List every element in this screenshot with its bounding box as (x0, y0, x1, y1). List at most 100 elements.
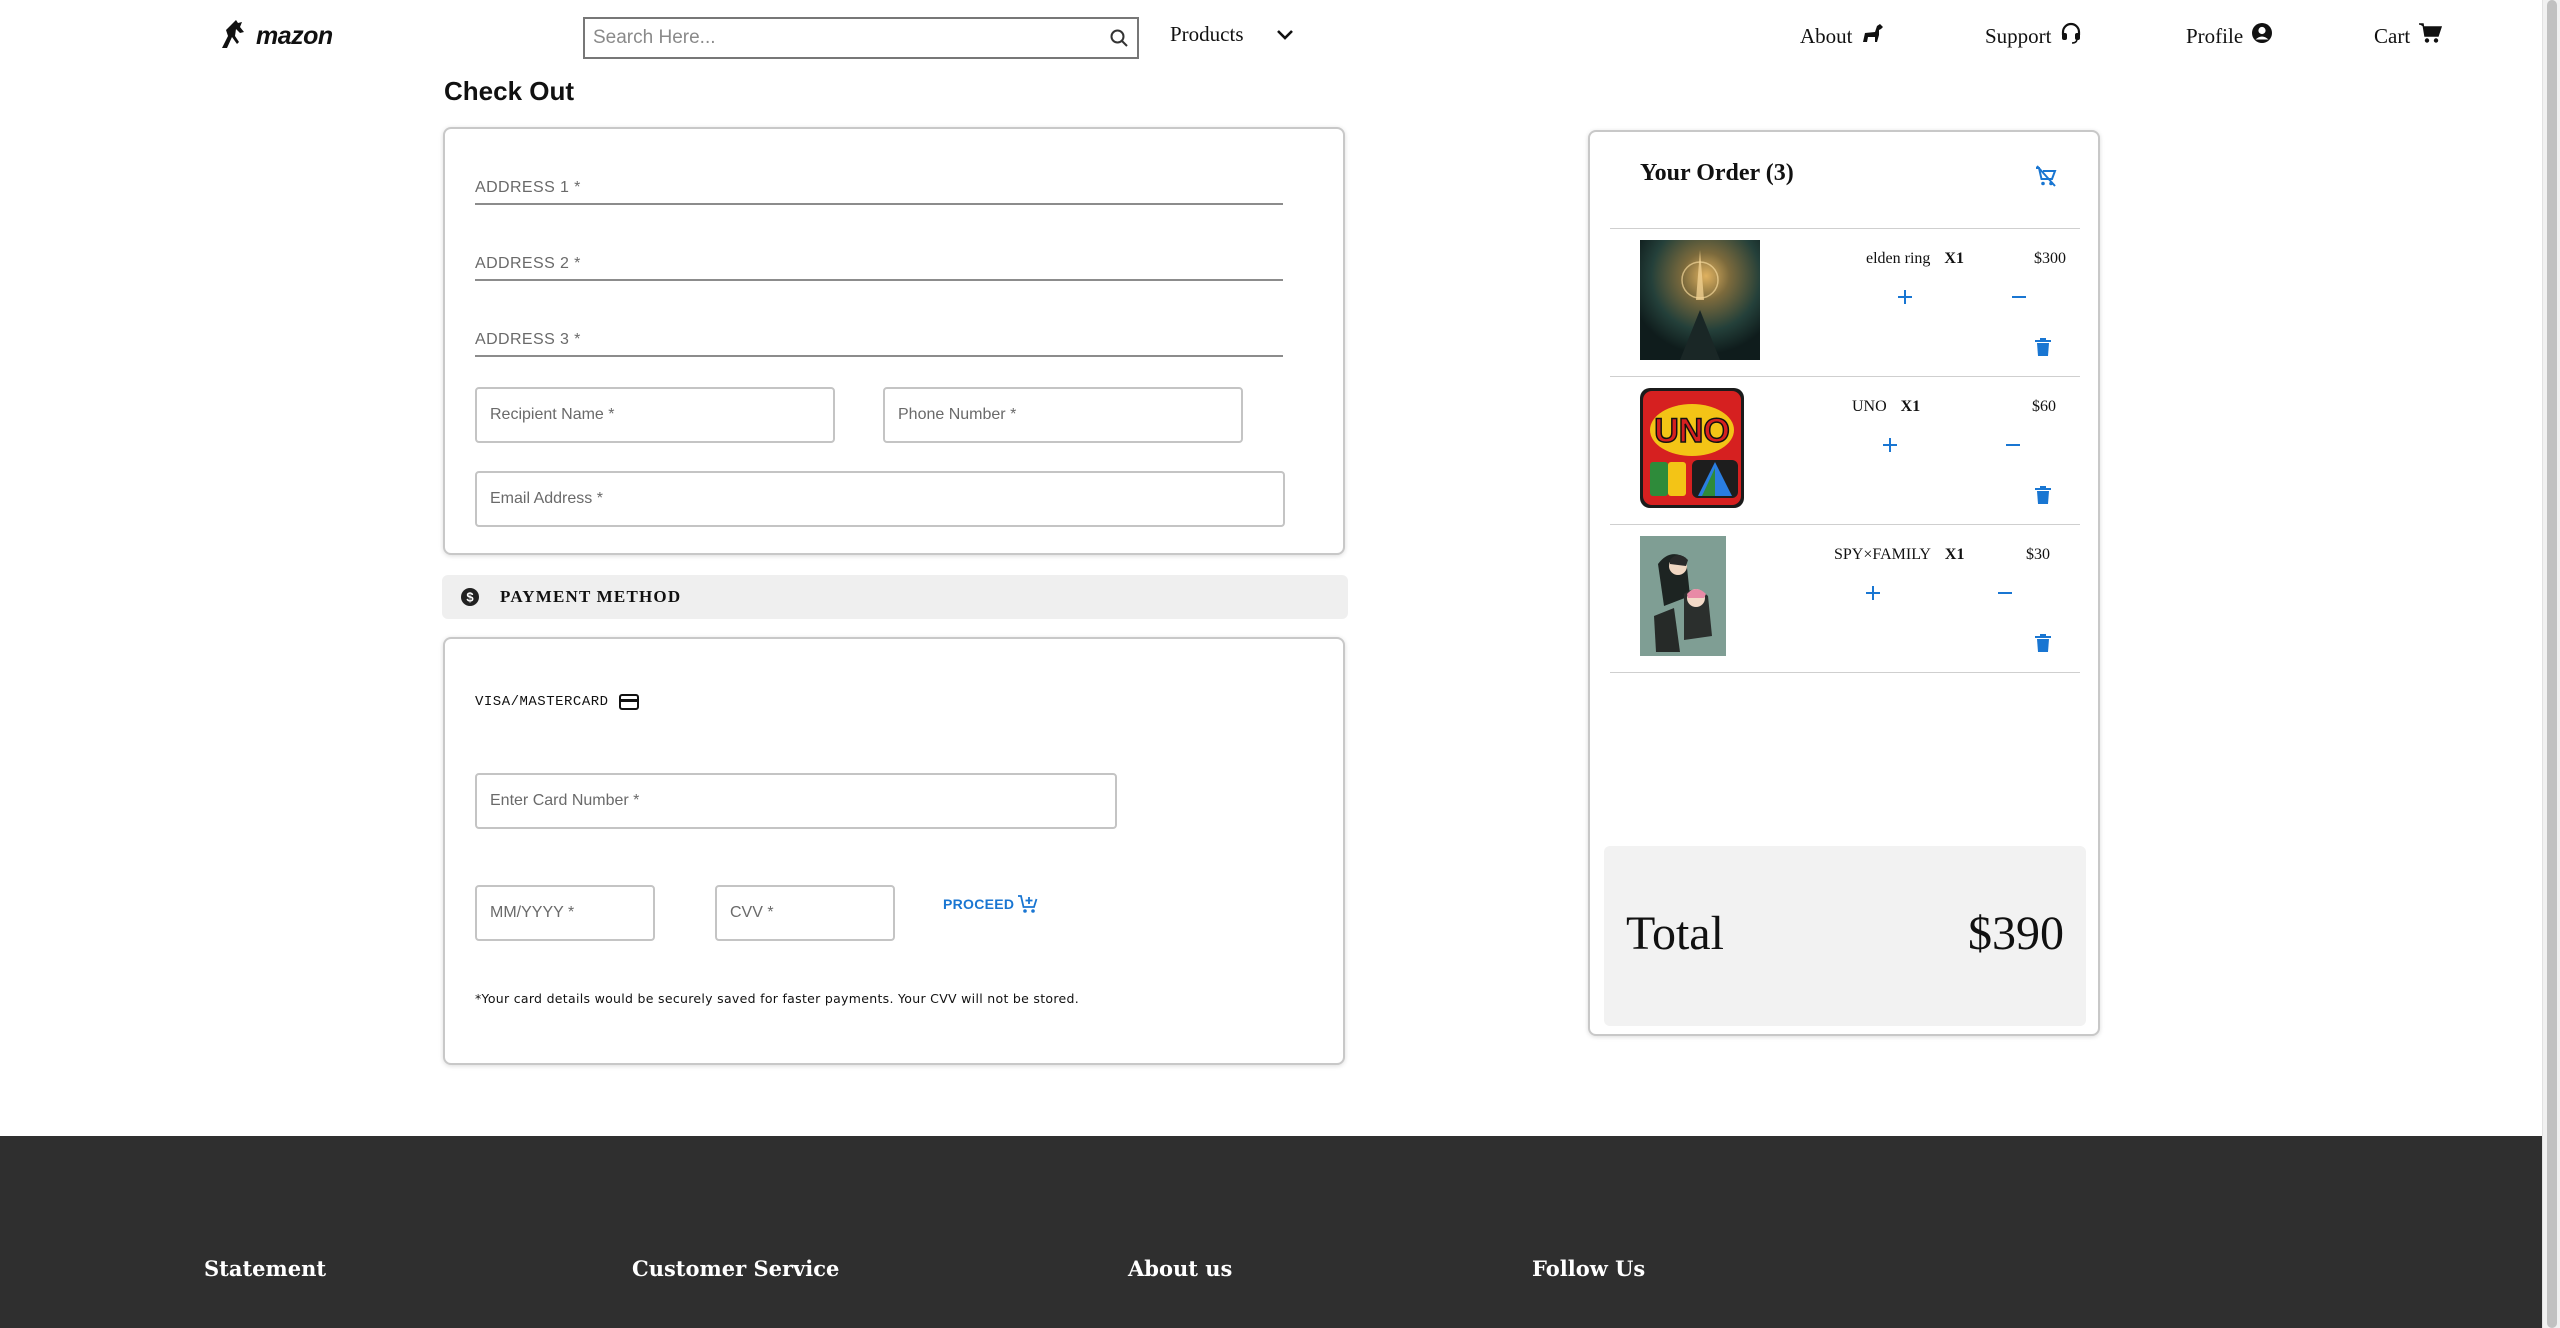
payment-method-label: PAYMENT METHOD (500, 587, 682, 606)
elden-ring-thumbnail (1640, 240, 1760, 360)
card-type-text: VISA/MASTERCARD (475, 694, 609, 710)
page-title: Check Out (444, 76, 575, 106)
email-field (475, 471, 1285, 527)
expiry-input[interactable] (477, 887, 653, 939)
minus-icon (1997, 585, 2013, 601)
horse-logo-icon (218, 18, 252, 55)
search-input[interactable] (585, 19, 1085, 57)
minus-icon (2011, 289, 2027, 305)
scrollbar-thumb[interactable] (2547, 0, 2557, 1328)
order-item-spy-family: SPY×FAMILY X1 $30 (1610, 526, 2080, 674)
address-2-input[interactable] (475, 255, 1283, 279)
uno-thumbnail: UNO (1640, 388, 1744, 508)
nav-products-label: Products (1170, 22, 1244, 46)
increase-quantity-button[interactable] (1858, 578, 1888, 608)
card-security-note: *Your card details would be securely sav… (475, 991, 1080, 1006)
address-1-field (475, 179, 1283, 205)
logo-text: mazon (256, 22, 333, 50)
item-price: $60 (2032, 398, 2056, 415)
headset-icon (2060, 22, 2082, 50)
footer-follow-heading: Follow Us (1532, 1256, 1646, 1281)
payment-card: VISA/MASTERCARD PROCEED *Your card detai… (443, 637, 1345, 1065)
decrease-quantity-button[interactable] (1998, 430, 2028, 460)
order-divider (1610, 376, 2080, 377)
item-name: SPY×FAMILY (1834, 546, 1931, 563)
nav-products[interactable]: Products (1170, 22, 1294, 47)
nav-profile[interactable]: Profile (2186, 22, 2273, 50)
order-item-elden-ring: elden ring X1 $300 (1610, 230, 2080, 378)
item-quantity: X1 (1944, 546, 1965, 563)
order-divider (1610, 524, 2080, 525)
address-card (443, 127, 1345, 555)
address-3-input[interactable] (475, 331, 1283, 355)
nav-profile-label: Profile (2186, 23, 2244, 48)
remove-item-button[interactable] (2034, 482, 2060, 508)
decrease-quantity-button[interactable] (1990, 578, 2020, 608)
trash-icon (2034, 633, 2060, 653)
item-title: SPY×FAMILY X1 (1834, 546, 1964, 564)
minus-icon (2005, 437, 2021, 453)
email-input[interactable] (477, 473, 1283, 525)
proceed-label: PROCEED (943, 896, 1015, 912)
remove-item-button[interactable] (2034, 630, 2060, 656)
svg-text:UNO: UNO (1654, 412, 1730, 450)
order-divider (1610, 672, 2080, 673)
cart-plus-icon (1017, 893, 1039, 915)
remove-item-button[interactable] (2034, 334, 2060, 360)
proceed-button[interactable]: PROCEED (943, 893, 1039, 915)
chevron-down-icon[interactable] (1276, 22, 1294, 47)
nav-about[interactable]: About (1800, 22, 1885, 50)
increase-quantity-button[interactable] (1875, 430, 1905, 460)
nav-cart[interactable]: Cart (2374, 22, 2443, 50)
total-value: $390 (1968, 907, 2064, 960)
plus-icon (1865, 585, 1881, 601)
address-2-field (475, 255, 1283, 281)
search-bar (583, 17, 1139, 59)
item-title: UNO X1 (1852, 398, 1920, 416)
spy-family-thumbnail (1640, 536, 1726, 656)
item-name: UNO (1852, 398, 1887, 415)
brand-logo[interactable]: mazon (218, 18, 333, 55)
item-name: elden ring (1866, 250, 1931, 267)
address-1-input[interactable] (475, 179, 1283, 203)
cart-icon (2418, 22, 2443, 50)
decrease-quantity-button[interactable] (2004, 282, 2034, 312)
card-number-field (475, 773, 1117, 829)
phone-number-field (883, 387, 1243, 443)
nav-support[interactable]: Support (1985, 22, 2082, 50)
recipient-name-input[interactable] (477, 389, 833, 441)
expiry-field (475, 885, 655, 941)
plus-icon (1882, 437, 1898, 453)
credit-card-icon (618, 694, 639, 710)
item-price: $30 (2026, 546, 2050, 563)
page-scrollbar[interactable] (2542, 0, 2560, 1328)
footer-statement-heading: Statement (204, 1256, 327, 1281)
cart-off-icon[interactable] (2034, 164, 2058, 193)
payment-method-header[interactable]: $ PAYMENT METHOD (442, 575, 1348, 619)
order-divider (1610, 228, 2080, 229)
nav-cart-label: Cart (2374, 23, 2411, 48)
order-summary-panel: Your Order (3) elden ring X1 $300 UNO UN… (1588, 130, 2100, 1036)
footer-about-heading: About us (1128, 1256, 1233, 1281)
address-3-field (475, 331, 1283, 357)
cvv-field (715, 885, 895, 941)
footer-customer-service-heading: Customer Service (632, 1256, 840, 1281)
item-quantity: X1 (1900, 398, 1921, 415)
order-title: Your Order (3) (1640, 160, 1794, 186)
user-circle-icon (2251, 22, 2273, 50)
item-quantity: X1 (1944, 250, 1964, 267)
site-footer: Statement Customer Service About us Foll… (0, 1136, 2542, 1328)
cvv-input[interactable] (717, 887, 893, 939)
increase-quantity-button[interactable] (1890, 282, 1920, 312)
order-item-uno: UNO UNO X1 $60 (1610, 378, 2080, 526)
card-type-label: VISA/MASTERCARD (475, 694, 639, 710)
trash-icon (2034, 485, 2060, 505)
card-number-input[interactable] (477, 775, 1115, 827)
trash-icon (2034, 337, 2060, 357)
search-icon[interactable] (1109, 28, 1129, 53)
total-label: Total (1626, 907, 1724, 960)
horse-icon (1861, 22, 1885, 50)
order-total-box: Total $390 (1604, 846, 2086, 1026)
phone-number-input[interactable] (885, 389, 1241, 441)
nav-support-label: Support (1985, 23, 2052, 48)
